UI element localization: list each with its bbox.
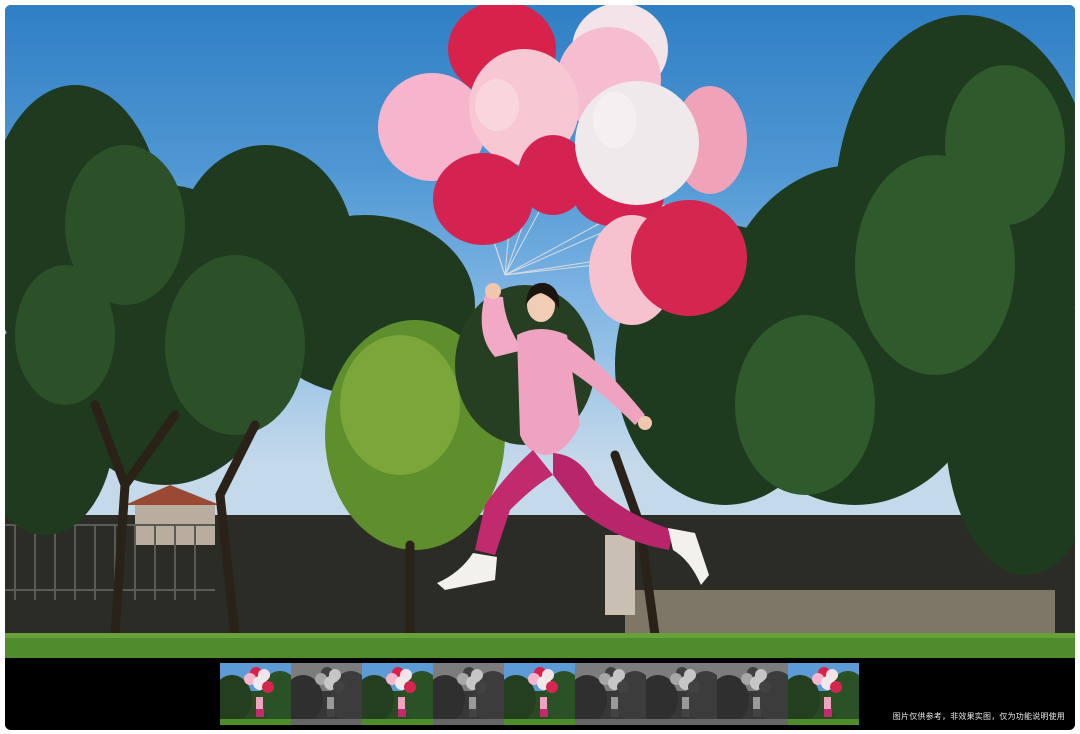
thumbnail-6[interactable]: [575, 663, 646, 725]
disclaimer-caption: 图片仅供参考，非效果实图，仅为功能说明使用: [892, 712, 1065, 721]
thumbnail-3-selected[interactable]: [362, 663, 433, 725]
main-photo[interactable]: [5, 5, 1075, 658]
thumbnail-5[interactable]: [504, 663, 575, 725]
filmstrip: 图片仅供参考，非效果实图，仅为功能说明使用: [5, 658, 1075, 730]
thumbnail-strip: [220, 663, 859, 725]
thumbnail-2[interactable]: [291, 663, 362, 725]
photo-viewer: 图片仅供参考，非效果实图，仅为功能说明使用: [5, 5, 1075, 730]
thumbnail-8[interactable]: [717, 663, 788, 725]
main-photo-scene: [5, 5, 1075, 658]
thumbnail-4[interactable]: [433, 663, 504, 725]
thumbnail-1[interactable]: [220, 663, 291, 725]
thumbnail-7[interactable]: [646, 663, 717, 725]
thumbnail-9[interactable]: [788, 663, 859, 725]
